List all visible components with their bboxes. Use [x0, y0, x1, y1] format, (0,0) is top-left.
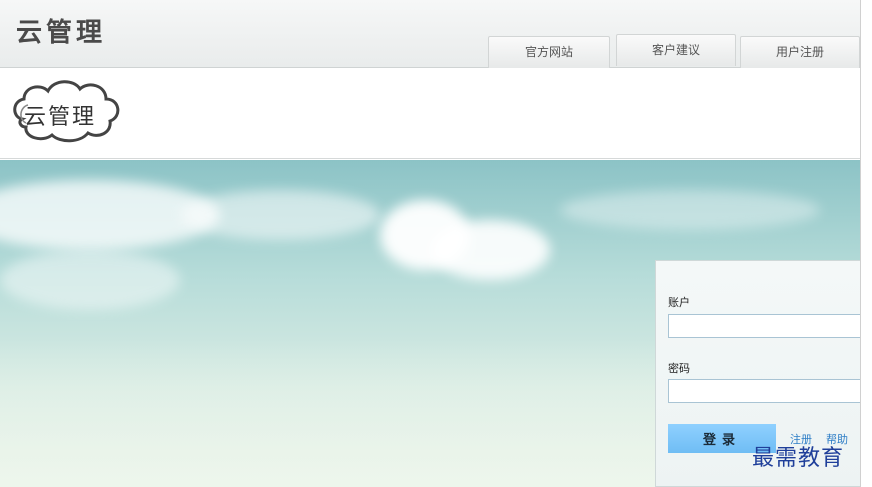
cloud-shape: [0, 250, 180, 310]
login-page: 云管理 官方网站 客户建议 用户注册 云管理 账户 密码 登录 注册 帮助: [0, 0, 860, 487]
cloud-shape: [430, 220, 550, 280]
watermark: 最需教育: [752, 446, 845, 471]
nav-user-register[interactable]: 用户注册: [740, 36, 860, 68]
window-edge: [860, 0, 872, 487]
account-label: 账户: [668, 296, 690, 309]
top-bar: 云管理 官方网站 客户建议 用户注册: [0, 0, 860, 68]
password-label: 密码: [668, 362, 690, 375]
cloud-shape: [180, 190, 380, 240]
logo-band: 云管理: [0, 69, 860, 159]
nav-official-site[interactable]: 官方网站: [488, 36, 610, 68]
account-input[interactable]: [668, 314, 860, 338]
nav-customer-feedback[interactable]: 客户建议: [616, 34, 736, 66]
cloud-shape: [560, 190, 820, 230]
password-input[interactable]: [668, 379, 860, 403]
logo-text: 云管理: [24, 105, 97, 130]
app-title: 云管理: [16, 18, 107, 48]
